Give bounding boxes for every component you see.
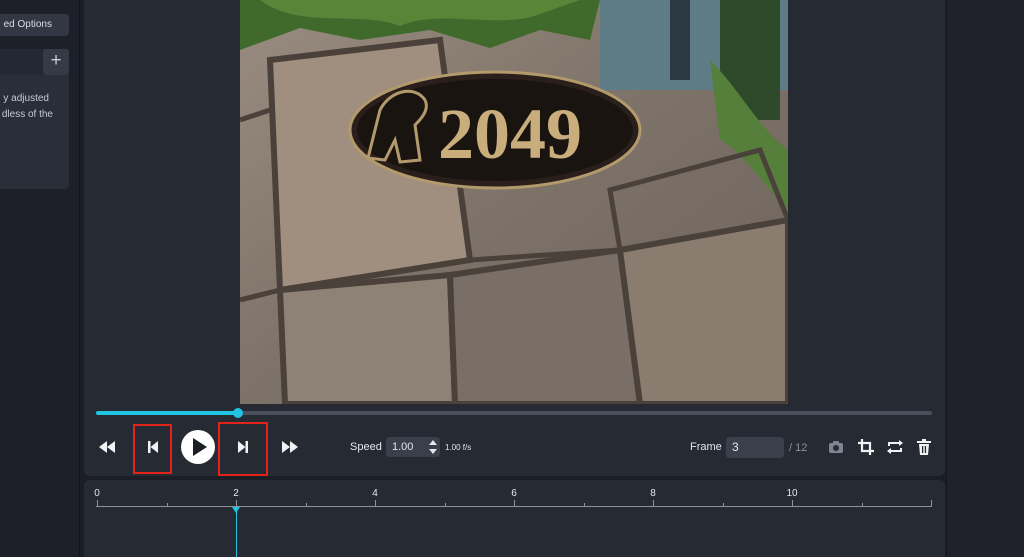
tick-mark (653, 500, 654, 506)
repeat-icon (887, 440, 903, 454)
step-forward-icon (238, 441, 248, 453)
tick-mark (722, 503, 724, 506)
frame-total: / 12 (789, 442, 808, 454)
tick-mark (792, 500, 793, 506)
spinner-icon[interactable] (428, 439, 438, 455)
tick-mark (305, 503, 307, 506)
speed-value: 1.00 (392, 441, 414, 453)
seek-progress (96, 411, 239, 415)
video-frame-editor: ed Options + y adjusted dless of the 204… (0, 0, 1024, 557)
left-panel: ed Options + y adjusted dless of the (0, 0, 80, 557)
step-back-icon (148, 441, 158, 453)
tick-mark (861, 503, 863, 506)
timeline-ruler[interactable] (96, 506, 932, 507)
speed-input[interactable]: 1.00 (386, 437, 440, 457)
tick-label-4: 4 (372, 488, 378, 499)
add-button[interactable]: + (43, 49, 69, 75)
note-line-1: y adjusted (3, 93, 49, 104)
tick-label-10: 10 (786, 488, 798, 499)
playhead-marker[interactable] (232, 507, 240, 513)
loop-button[interactable] (886, 438, 904, 456)
note-line-2: dless of the (1, 109, 53, 120)
frame-input[interactable]: 3 (726, 437, 784, 458)
tick-mark (583, 503, 585, 506)
next-frame-button[interactable] (233, 438, 253, 456)
advanced-options-button[interactable]: ed Options (0, 14, 69, 36)
camera-icon (829, 441, 843, 453)
add-row: + (0, 49, 69, 75)
play-icon (193, 438, 207, 456)
skip-start-icon (99, 441, 115, 453)
tick-label-0: 0 (94, 488, 100, 499)
tick-label-8: 8 (650, 488, 656, 499)
previous-frame-button[interactable] (143, 438, 163, 456)
snapshot-button[interactable] (827, 438, 845, 456)
speed-label: Speed (350, 441, 382, 453)
tick-mark (166, 503, 168, 506)
timeline-playhead[interactable] (236, 507, 237, 557)
info-note: y adjusted dless of the (0, 75, 69, 189)
frame-image: 2049 (240, 0, 788, 404)
tick-mark (236, 500, 237, 506)
tick-label-2: 2 (233, 488, 239, 499)
right-panel (946, 0, 1024, 557)
tick-mark (97, 500, 98, 506)
tick-mark (444, 503, 446, 506)
skip-start-button[interactable] (96, 438, 118, 456)
sign-number: 2049 (438, 94, 582, 174)
tick-mark (931, 500, 932, 506)
frame-label: Frame (690, 441, 722, 453)
play-button[interactable] (181, 430, 215, 464)
skip-end-button[interactable] (279, 438, 301, 456)
crop-button[interactable] (857, 438, 875, 456)
delete-button[interactable] (915, 438, 933, 456)
tick-mark (514, 500, 515, 506)
crop-icon (858, 439, 874, 455)
tick-mark (375, 500, 376, 506)
skip-end-icon (282, 441, 298, 453)
trash-icon (917, 439, 931, 455)
seek-bar[interactable] (96, 408, 932, 418)
speed-fps: 1.00 f/s (445, 443, 472, 452)
tick-label-6: 6 (511, 488, 517, 499)
